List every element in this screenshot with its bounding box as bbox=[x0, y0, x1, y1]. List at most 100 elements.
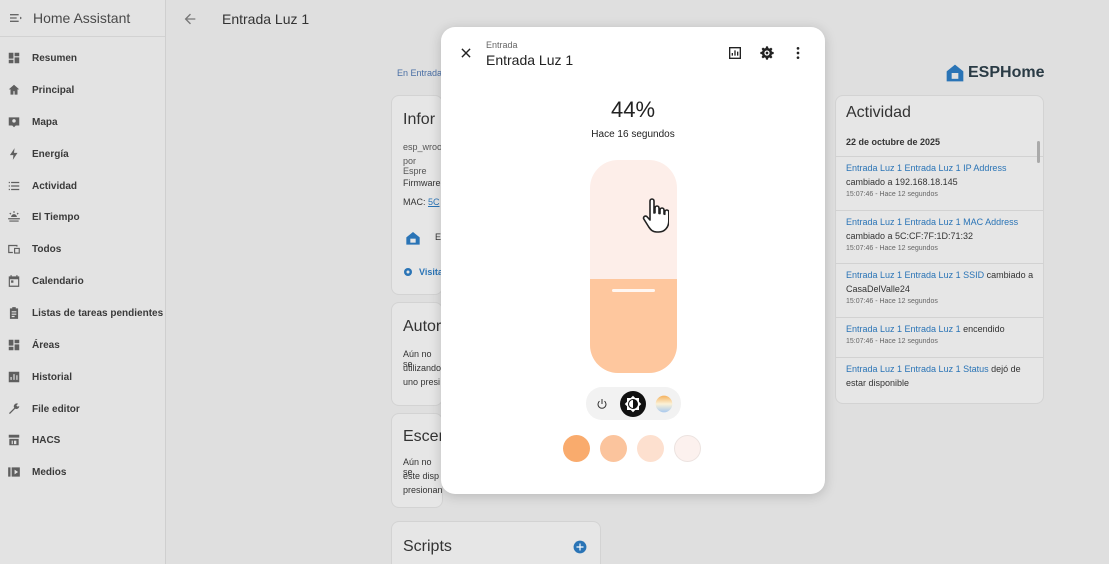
weather-icon bbox=[7, 210, 21, 224]
divider bbox=[836, 317, 1043, 318]
activity-entity-link[interactable]: Entrada Luz 1 Entrada Luz 1 SSID bbox=[846, 270, 984, 280]
activity-date: 22 de octubre de 2025 bbox=[846, 137, 941, 147]
sidebar-item-label: Calendario bbox=[32, 275, 84, 287]
menu-icon[interactable] bbox=[8, 10, 24, 26]
color-preset-swatch[interactable] bbox=[674, 435, 701, 462]
sidebar: Home Assistant Resumen Principal Mapa En… bbox=[0, 0, 166, 564]
device-model: esp_wroo bbox=[403, 142, 443, 152]
sidebar-item-areas[interactable]: Áreas bbox=[0, 332, 165, 358]
sidebar-item-resumen[interactable]: Resumen bbox=[0, 45, 165, 71]
sidebar-item-hacs[interactable]: HACS bbox=[0, 427, 165, 453]
scenes-card: Escer Aún no se este disp presionan bbox=[391, 413, 443, 508]
media-icon bbox=[7, 465, 21, 479]
light-more-info-dialog: Entrada Entrada Luz 1 44% Hace 16 segund… bbox=[441, 27, 825, 494]
sidebar-item-file-editor[interactable]: File editor bbox=[0, 396, 165, 422]
activity-entry[interactable]: Entrada Luz 1 Entrada Luz 1 Status dejó … bbox=[846, 362, 1041, 390]
card-title: Autor bbox=[403, 318, 442, 335]
sidebar-item-el-tiempo[interactable]: El Tiempo bbox=[0, 204, 165, 230]
sidebar-item-mapa[interactable]: Mapa bbox=[0, 109, 165, 135]
activity-text: cambiado a 5C:CF:7F:1D:71:32 bbox=[846, 231, 974, 241]
calendar-icon bbox=[7, 274, 21, 288]
app-title: Home Assistant bbox=[33, 10, 131, 26]
card-title: Escer bbox=[403, 428, 443, 445]
wrench-icon bbox=[7, 402, 21, 416]
activity-text: cambiado a 192.168.18.145 bbox=[846, 177, 958, 187]
last-changed: Hace 16 segundos bbox=[591, 129, 675, 140]
back-arrow-icon[interactable] bbox=[182, 11, 198, 27]
activity-entity-link[interactable]: Entrada Luz 1 Entrada Luz 1 Status bbox=[846, 364, 989, 374]
page-title: Entrada Luz 1 bbox=[222, 10, 310, 27]
mac-label: MAC: bbox=[403, 197, 426, 207]
dialog-subtitle: Entrada bbox=[486, 40, 518, 50]
esphome-brand: ESPHome bbox=[945, 63, 1044, 83]
sidebar-item-label: Resumen bbox=[32, 52, 78, 64]
dashboard-icon bbox=[7, 51, 21, 65]
close-icon[interactable] bbox=[459, 46, 473, 60]
activity-entry[interactable]: Entrada Luz 1 Entrada Luz 1 MAC Address … bbox=[846, 215, 1041, 255]
dialog-title: Entrada Luz 1 bbox=[486, 52, 574, 68]
sidebar-item-todos[interactable]: Todos bbox=[0, 236, 165, 262]
color-preset-swatch[interactable] bbox=[563, 435, 590, 462]
brand-name: ESPHome bbox=[968, 64, 1045, 81]
device-manufacturer: por Espre bbox=[403, 156, 427, 176]
sidebar-item-historial[interactable]: Historial bbox=[0, 364, 165, 390]
scripts-card: Scripts bbox=[391, 521, 601, 564]
divider bbox=[836, 357, 1043, 358]
breadcrumb[interactable]: En Entrada bbox=[397, 68, 442, 78]
activity-entity-link[interactable]: Entrada Luz 1 Entrada Luz 1 IP Address bbox=[846, 163, 1006, 173]
sidebar-item-energia[interactable]: Energía bbox=[0, 141, 165, 167]
home-icon bbox=[7, 83, 21, 97]
clipboard-icon bbox=[7, 306, 21, 320]
mode-controls bbox=[586, 387, 681, 420]
sidebar-item-actividad[interactable]: Actividad bbox=[0, 173, 165, 199]
activity-entry[interactable]: Entrada Luz 1 Entrada Luz 1 SSID cambiad… bbox=[846, 268, 1041, 308]
color-temperature-icon bbox=[655, 395, 673, 413]
sidebar-item-label: File editor bbox=[32, 403, 80, 415]
sidebar-item-calendario[interactable]: Calendario bbox=[0, 268, 165, 294]
sidebar-item-label: HACS bbox=[32, 434, 61, 446]
gear-icon[interactable] bbox=[759, 45, 775, 61]
card-title: Infor bbox=[403, 111, 436, 128]
esphome-logo-icon bbox=[946, 64, 964, 82]
history-chart-icon[interactable] bbox=[727, 45, 743, 61]
power-button[interactable] bbox=[589, 391, 615, 417]
activity-entity-link[interactable]: Entrada Luz 1 Entrada Luz 1 MAC Address bbox=[846, 217, 1018, 227]
brightness-slider-handle[interactable] bbox=[612, 289, 655, 292]
card-title: Scripts bbox=[403, 538, 452, 555]
sidebar-item-label: Historial bbox=[32, 371, 73, 383]
sidebar-item-label: El Tiempo bbox=[32, 211, 80, 223]
color-preset-swatch[interactable] bbox=[600, 435, 627, 462]
card-text-line: uno presi bbox=[403, 377, 441, 387]
card-text-line: utilizando bbox=[403, 363, 442, 373]
color-temp-button[interactable] bbox=[651, 391, 677, 417]
sidebar-item-label: Medios bbox=[32, 466, 67, 478]
sidebar-item-label: Listas de tareas pendientes bbox=[32, 307, 164, 319]
add-script-icon[interactable] bbox=[573, 540, 587, 554]
activity-card: Actividad 22 de octubre de 2025 Entrada … bbox=[835, 95, 1044, 404]
color-preset-swatch[interactable] bbox=[637, 435, 664, 462]
mac-value[interactable]: 5C bbox=[428, 197, 440, 207]
lightning-icon bbox=[7, 147, 21, 161]
activity-title: Actividad bbox=[846, 104, 911, 121]
sidebar-item-label: Principal bbox=[32, 84, 75, 96]
sidebar-item-label: Actividad bbox=[32, 180, 78, 192]
grid-icon bbox=[7, 338, 21, 352]
activity-time: 15:07:46 - Hace 12 segundos bbox=[846, 298, 938, 305]
more-vert-icon[interactable] bbox=[790, 45, 806, 61]
activity-entity-link[interactable]: Entrada Luz 1 Entrada Luz 1 bbox=[846, 324, 961, 334]
brightness-slider[interactable] bbox=[590, 160, 677, 373]
sidebar-item-medios[interactable]: Medios bbox=[0, 459, 165, 485]
sidebar-item-label: Mapa bbox=[32, 116, 58, 128]
brightness-mode-button[interactable] bbox=[620, 391, 646, 417]
sidebar-item-listas[interactable]: Listas de tareas pendientes bbox=[0, 300, 165, 326]
activity-entry[interactable]: Entrada Luz 1 Entrada Luz 1 IP Address c… bbox=[846, 161, 1041, 201]
activity-entry[interactable]: Entrada Luz 1 Entrada Luz 1 encendido 15… bbox=[846, 322, 1041, 348]
activity-scrollbar[interactable] bbox=[1037, 141, 1040, 163]
device-info-card: Infor esp_wroo por Espre Firmware MAC: 5… bbox=[391, 95, 443, 295]
card-text-line: este disp bbox=[403, 471, 440, 481]
visit-link[interactable]: Visita bbox=[419, 267, 442, 277]
brightness-percentage: 44% bbox=[610, 97, 656, 122]
sidebar-item-principal[interactable]: Principal bbox=[0, 77, 165, 103]
sidebar-item-label: Áreas bbox=[32, 339, 60, 351]
activity-time: 15:07:46 - Hace 12 segundos bbox=[846, 338, 938, 345]
